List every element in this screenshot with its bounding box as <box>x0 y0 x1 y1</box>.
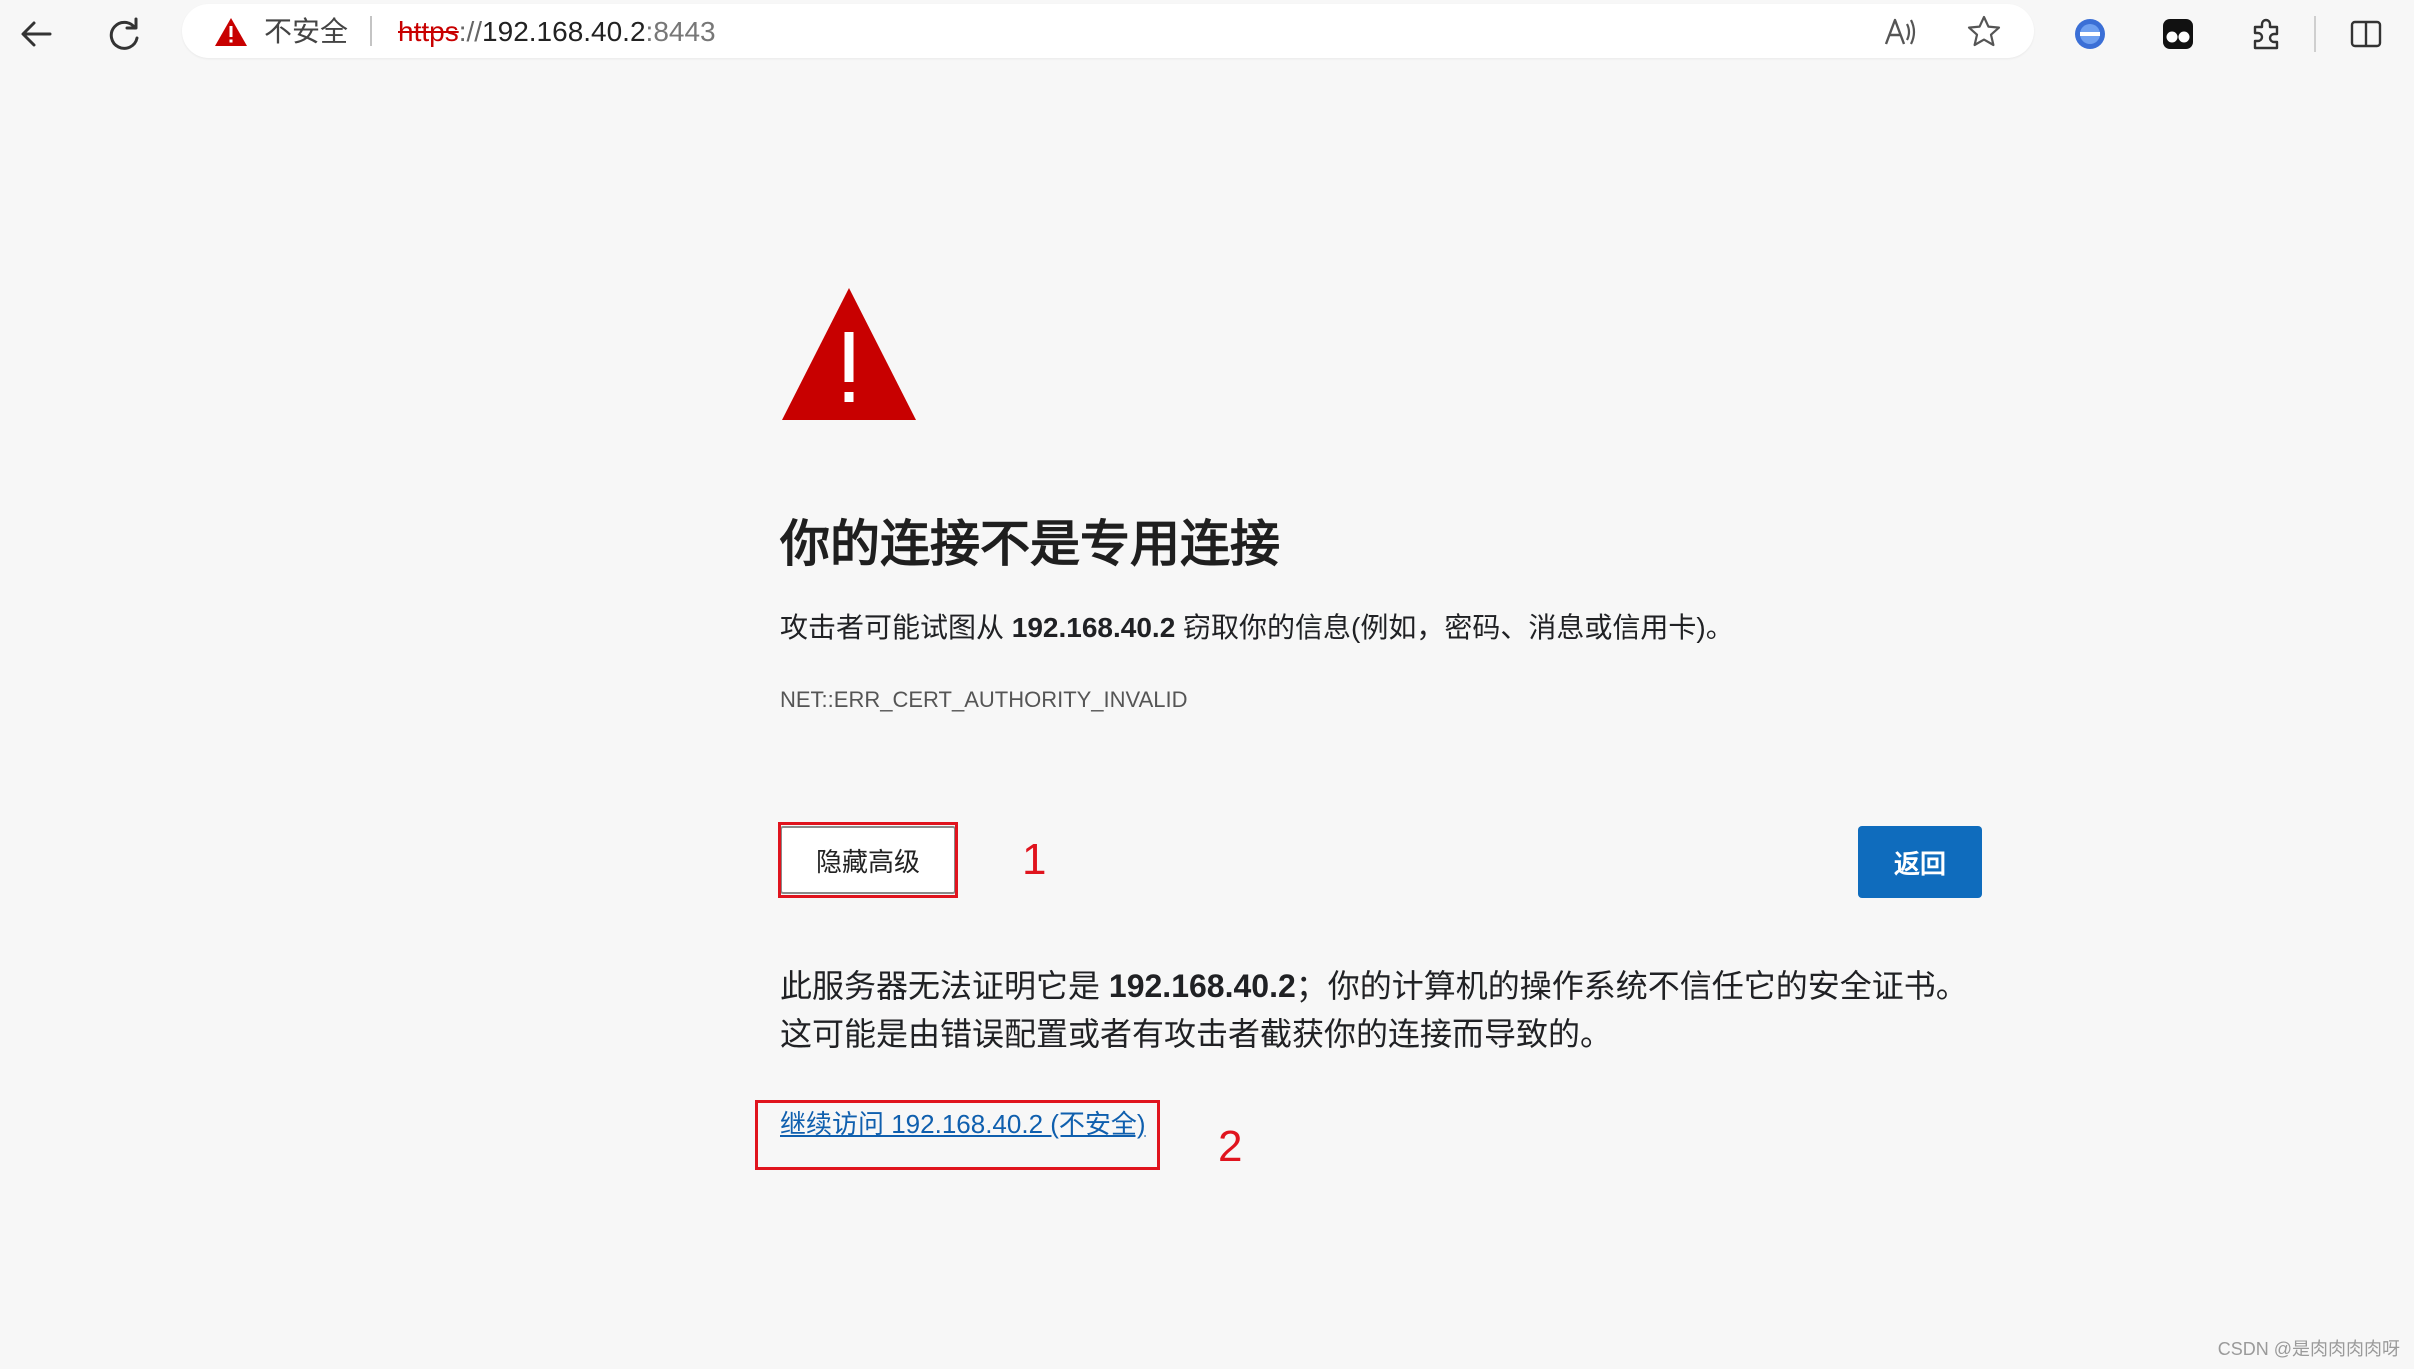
favorite-star-icon[interactable] <box>1966 14 2002 50</box>
extension-avatar-icon <box>2075 19 2105 49</box>
browser-toolbar: 不安全 https://192.168.40.2:8443 <box>0 0 2414 68</box>
url-host: 192.168.40.2 <box>482 16 646 47</box>
advanced-details: 此服务器无法证明它是 192.168.40.2；你的计算机的操作系统不信任它的安… <box>780 962 1990 1058</box>
annotation-number-1: 1 <box>1022 835 1047 884</box>
tampermonkey-icon <box>2163 19 2193 49</box>
detail-host: 192.168.40.2 <box>1108 968 1296 1004</box>
url-port: :8443 <box>645 16 716 47</box>
toolbar-divider <box>2314 16 2316 52</box>
desc-text-after: 窃取你的信息(例如，密码、消息或信用卡)。 <box>1175 612 1734 643</box>
error-code: NET::ERR_CERT_AUTHORITY_INVALID <box>780 687 1188 712</box>
large-warning-icon <box>782 288 916 420</box>
reload-button[interactable] <box>96 6 152 62</box>
annotation-box-1 <box>778 822 958 898</box>
detail-text-before: 此服务器无法证明它是 <box>780 968 1109 1004</box>
url-text[interactable]: https://192.168.40.2:8443 <box>398 16 716 48</box>
address-bar[interactable]: 不安全 https://192.168.40.2:8443 <box>182 4 2034 58</box>
watermark: CSDN @是肉肉肉肉呀 <box>2217 1339 2400 1359</box>
read-aloud-icon[interactable] <box>1882 14 1918 50</box>
puzzle-extensions-icon <box>2253 18 2279 50</box>
warning-description: 攻击者可能试图从 192.168.40.2 窃取你的信息(例如，密码、消息或信用… <box>780 608 1734 648</box>
annotation-number-2: 2 <box>1218 1122 1243 1171</box>
page-title: 你的连接不是专用连接 <box>780 516 1280 572</box>
url-scheme: https <box>398 16 459 47</box>
url-separator: :// <box>458 16 483 47</box>
extension-avatar-button[interactable] <box>2062 6 2118 62</box>
desc-text-before: 攻击者可能试图从 <box>780 612 1012 643</box>
desc-host: 192.168.40.2 <box>1011 612 1176 643</box>
not-secure-label[interactable]: 不安全 <box>264 16 348 48</box>
warning-icon <box>215 18 247 46</box>
annotation-box-2 <box>755 1100 1160 1170</box>
split-screen-icon <box>2350 20 2382 48</box>
split-screen-button[interactable] <box>2338 6 2394 62</box>
omnibox-divider <box>370 16 372 46</box>
tampermonkey-button[interactable] <box>2150 6 2206 62</box>
back-button[interactable] <box>8 6 64 62</box>
back-icon <box>21 21 52 47</box>
reload-icon <box>109 17 139 50</box>
extensions-button[interactable] <box>2238 6 2294 62</box>
back-to-safety-button[interactable]: 返回 <box>1858 826 1982 898</box>
